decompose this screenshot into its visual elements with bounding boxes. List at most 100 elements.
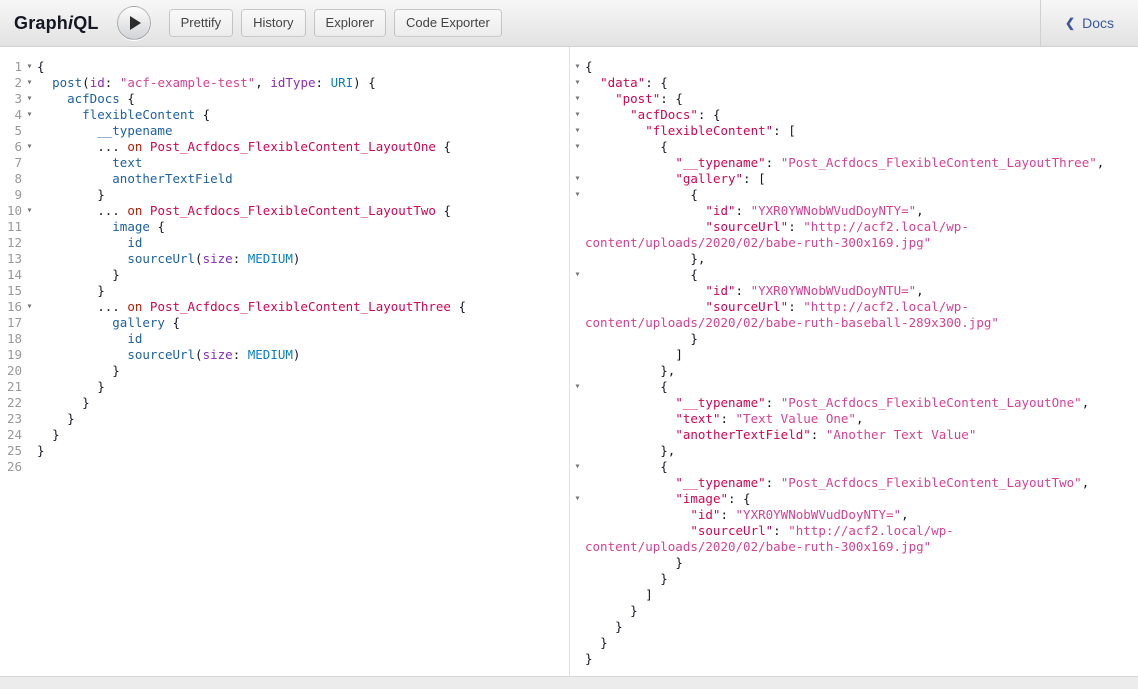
- fold-arrow-icon[interactable]: ▾: [570, 267, 585, 283]
- syntax-token: MEDIUM: [248, 251, 293, 266]
- syntax-token: "image": [675, 491, 728, 506]
- syntax-token: [585, 171, 675, 186]
- fold-arrow-icon[interactable]: ▾: [570, 171, 585, 187]
- code-line: ▾ {: [570, 139, 1138, 155]
- syntax-token: [37, 363, 112, 378]
- syntax-token: },: [690, 251, 705, 266]
- syntax-token: }: [112, 363, 120, 378]
- fold-arrow-icon[interactable]: ▾: [570, 91, 585, 107]
- syntax-token: [585, 139, 660, 154]
- line-number: 5: [0, 123, 22, 139]
- code-line: "text": "Text Value One",: [570, 411, 1138, 427]
- syntax-token: : [: [743, 171, 766, 186]
- fold-gutter: [570, 283, 585, 299]
- code-line: "__typename": "Post_Acfdocs_FlexibleCont…: [570, 395, 1138, 411]
- code-text: "text": "Text Value One",: [585, 411, 1138, 427]
- line-number: 26: [0, 459, 22, 475]
- fold-gutter: [22, 363, 37, 379]
- query-editor[interactable]: 1▾{2▾ post(id: "acf-example-test", idTyp…: [0, 47, 569, 676]
- syntax-token: [585, 459, 660, 474]
- syntax-token: }: [82, 395, 90, 410]
- fold-arrow-icon[interactable]: ▾: [22, 139, 37, 155]
- code-line: 25}: [0, 443, 569, 459]
- fold-arrow-icon[interactable]: ▾: [570, 59, 585, 75]
- fold-arrow-icon[interactable]: ▾: [570, 75, 585, 91]
- code-line: }: [570, 651, 1138, 667]
- fold-arrow-icon[interactable]: ▾: [22, 299, 37, 315]
- syntax-token: [37, 299, 97, 314]
- fold-arrow-icon[interactable]: ▾: [570, 459, 585, 475]
- syntax-token: size: [203, 347, 233, 362]
- syntax-token: :: [316, 75, 324, 90]
- code-text: {: [585, 267, 1138, 283]
- execute-button[interactable]: [117, 6, 151, 40]
- fold-arrow-icon[interactable]: ▾: [570, 139, 585, 155]
- code-line: ]: [570, 587, 1138, 603]
- syntax-token: [240, 347, 248, 362]
- line-number: 4: [0, 107, 22, 123]
- syntax-token: [585, 107, 630, 122]
- syntax-token: {: [458, 299, 466, 314]
- syntax-token: :: [736, 203, 751, 218]
- code-line: "id": "YXR0YWNobWVudDoyNTY=",: [570, 203, 1138, 219]
- fold-arrow-icon[interactable]: ▾: [22, 91, 37, 107]
- syntax-token: [37, 331, 127, 346]
- code-line: ▾{: [570, 59, 1138, 75]
- syntax-token: [585, 603, 630, 618]
- fold-arrow-icon[interactable]: ▾: [570, 379, 585, 395]
- fold-arrow-icon[interactable]: ▾: [570, 187, 585, 203]
- syntax-token: [585, 395, 675, 410]
- fold-arrow-icon[interactable]: ▾: [22, 107, 37, 123]
- history-button[interactable]: History: [242, 10, 304, 36]
- fold-arrow-icon[interactable]: ▾: [570, 491, 585, 507]
- syntax-token: {: [585, 59, 593, 74]
- syntax-token: ...: [97, 203, 120, 218]
- line-number: 18: [0, 331, 22, 347]
- code-line: 23 }: [0, 411, 569, 427]
- code-text: post(id: "acf-example-test", idType: URI…: [37, 75, 376, 91]
- syntax-token: ]: [645, 587, 653, 602]
- code-exporter-button[interactable]: Code Exporter: [395, 10, 501, 36]
- code-text: }: [585, 555, 1138, 571]
- code-text: },: [585, 251, 1138, 267]
- code-line: ▾ {: [570, 267, 1138, 283]
- bottom-scrollbar-track[interactable]: [0, 676, 1138, 689]
- explorer-button[interactable]: Explorer: [315, 10, 385, 36]
- code-text: text: [37, 155, 142, 171]
- code-text: {: [585, 459, 1138, 475]
- syntax-token: ...: [97, 139, 120, 154]
- syntax-token: [142, 299, 150, 314]
- code-line: "id": "YXR0YWNobWVudDoyNTU=",: [570, 283, 1138, 299]
- syntax-token: [585, 571, 660, 586]
- fold-gutter: [22, 427, 37, 443]
- docs-button[interactable]: ❮ Docs: [1040, 0, 1138, 47]
- code-line: 8 anotherTextField: [0, 171, 569, 187]
- syntax-token: [37, 315, 112, 330]
- syntax-token: :: [788, 219, 803, 234]
- code-line: ▾ {: [570, 187, 1138, 203]
- code-text: "id": "YXR0YWNobWVudDoyNTU=",: [585, 283, 1138, 299]
- syntax-token: [37, 75, 52, 90]
- syntax-token: [585, 283, 705, 298]
- syntax-token: Post_Acfdocs_FlexibleContent_LayoutThree: [150, 299, 451, 314]
- code-text: }: [585, 619, 1138, 635]
- fold-arrow-icon[interactable]: ▾: [22, 59, 37, 75]
- fold-arrow-icon[interactable]: ▾: [570, 123, 585, 139]
- code-text: }: [37, 187, 105, 203]
- fold-arrow-icon[interactable]: ▾: [22, 75, 37, 91]
- logo-text-ql: QL: [73, 13, 98, 33]
- syntax-token: [37, 267, 112, 282]
- fold-gutter: [570, 203, 585, 219]
- code-text: }: [37, 395, 90, 411]
- code-text: }: [37, 443, 45, 459]
- syntax-token: ,: [901, 507, 909, 522]
- code-text: {: [585, 187, 1138, 203]
- syntax-token: [585, 123, 645, 138]
- code-line: "anotherTextField": "Another Text Value": [570, 427, 1138, 443]
- line-number: 12: [0, 235, 22, 251]
- prettify-button[interactable]: Prettify: [170, 10, 232, 36]
- syntax-token: {: [660, 379, 668, 394]
- fold-arrow-icon[interactable]: ▾: [570, 107, 585, 123]
- code-line: ▾ "gallery": [: [570, 171, 1138, 187]
- fold-arrow-icon[interactable]: ▾: [22, 203, 37, 219]
